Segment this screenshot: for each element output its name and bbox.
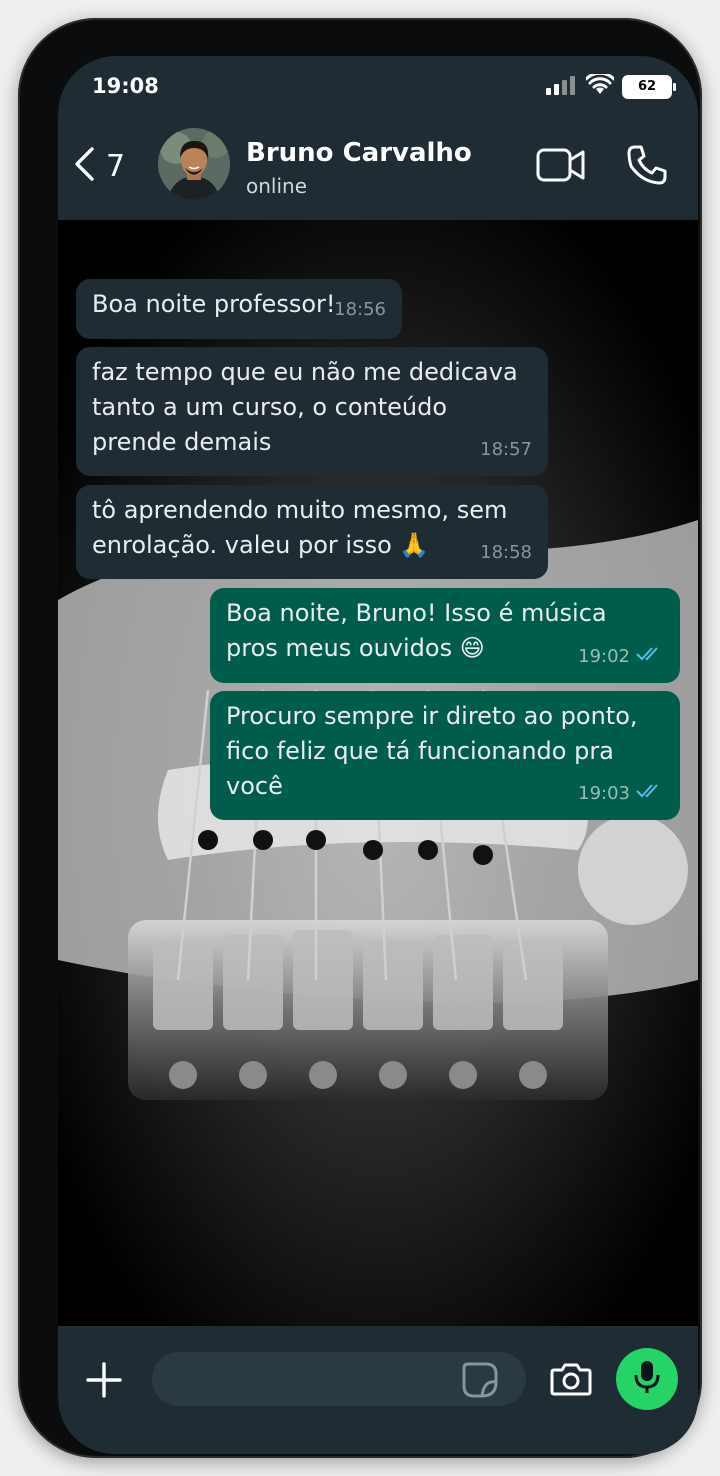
message-incoming[interactable]: faz tempo que eu não me dedicava tanto a…: [76, 347, 548, 476]
input-bar: [58, 1326, 698, 1454]
plus-icon[interactable]: [84, 1360, 124, 1404]
status-icons: 62: [546, 71, 676, 100]
message-text: faz tempo que eu não me dedicava tanto a…: [92, 358, 518, 456]
camera-icon[interactable]: [550, 1362, 592, 1400]
message-text: tô aprendendo muito mesmo, sem enrolação…: [92, 496, 508, 559]
video-call-icon[interactable]: [536, 146, 586, 188]
avatar[interactable]: [158, 128, 230, 200]
message-meta: 19:03: [578, 776, 664, 811]
sticker-icon[interactable]: [460, 1360, 500, 1404]
message-incoming[interactable]: Boa noite professor! 18:56: [76, 279, 402, 339]
message-time: 18:56: [334, 299, 386, 320]
back-icon: [72, 146, 98, 186]
message-text: Procuro sempre ir direto ao ponto, fico …: [226, 702, 638, 800]
double-check-icon: [636, 639, 664, 674]
wifi-icon: [584, 71, 616, 100]
message-outgoing[interactable]: Procuro sempre ir direto ao ponto, fico …: [210, 691, 680, 820]
message-time: 18:57: [480, 439, 532, 460]
message-time: 18:58: [480, 542, 532, 563]
message-incoming[interactable]: tô aprendendo muito mesmo, sem enrolação…: [76, 485, 548, 579]
contact-name[interactable]: Bruno Carvalho: [246, 138, 472, 168]
contact-status: online: [246, 174, 308, 198]
chat-area[interactable]: Boa noite professor! 18:56 faz tempo que…: [58, 220, 698, 1326]
status-time: 19:08: [92, 74, 159, 98]
message-meta: 19:02: [578, 639, 664, 674]
status-bar: 19:08 62: [58, 56, 698, 118]
mic-button[interactable]: [616, 1348, 678, 1410]
phone-frame: 19:08 62 7 Bruno Carvalho online Boa noi…: [18, 18, 702, 1458]
unread-count: 7: [106, 148, 126, 184]
double-check-icon: [636, 776, 664, 811]
screen: 19:08 62 7 Bruno Carvalho online Boa noi…: [58, 56, 698, 1454]
message-time: 19:03: [578, 783, 630, 804]
message-text: Boa noite professor!: [92, 290, 336, 318]
phone-icon[interactable]: [626, 144, 668, 190]
message-outgoing[interactable]: Boa noite, Bruno! Isso é música pros meu…: [210, 588, 680, 683]
chat-header: 7 Bruno Carvalho online: [58, 118, 698, 220]
back-button[interactable]: 7: [72, 138, 125, 194]
message-time: 19:02: [578, 646, 630, 667]
battery-icon: 62: [622, 75, 676, 99]
mic-icon: [633, 1359, 661, 1399]
message-text: Boa noite, Bruno! Isso é música pros meu…: [226, 599, 607, 662]
signal-icon: [546, 75, 578, 99]
